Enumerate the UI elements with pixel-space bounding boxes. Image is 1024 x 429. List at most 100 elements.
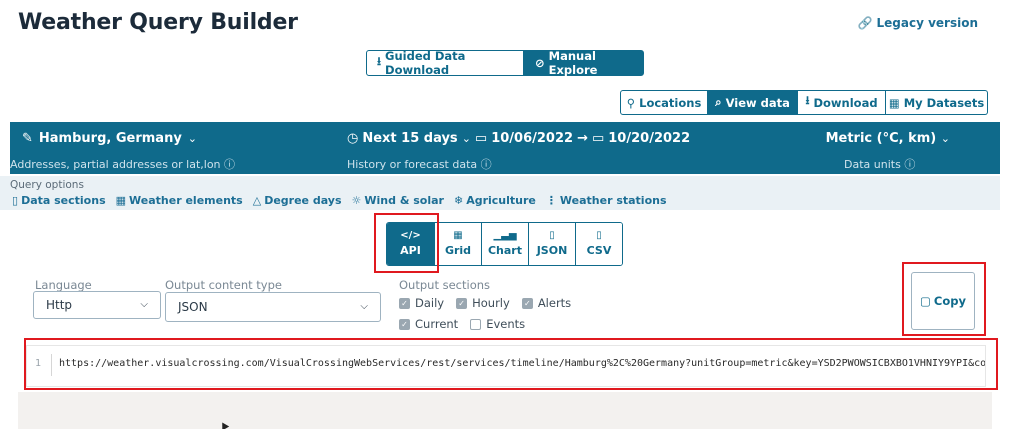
period-hint: History or forecast data ⓘ [347, 158, 492, 171]
agriculture-icon: ❄ [453, 194, 464, 207]
tab-label: Locations [639, 95, 702, 110]
language-select[interactable]: Http ⌵ [33, 291, 161, 319]
start-date: 10/06/2022 [491, 131, 574, 146]
thermometer-icon: △ [252, 194, 262, 207]
clipboard-icon: ▢ [920, 294, 931, 308]
copy-button[interactable]: ▢ Copy [911, 272, 975, 330]
tab-download[interactable]: ⭳ Download [798, 90, 886, 115]
content-type-value: JSON [178, 300, 208, 314]
chevron-down-icon: ⌵ [360, 300, 368, 312]
help-icon: ⓘ [904, 158, 916, 171]
query-options-label: Query options [10, 179, 84, 191]
units-value: Metric (°C, km) [825, 131, 937, 146]
checkbox-alerts[interactable]: ✓ Alerts [521, 296, 571, 310]
query-bar: ✎ Hamburg, Germany ⌄ Addresses, partial … [10, 122, 1000, 174]
api-url: https://weather.visualcrossing.com/Visua… [59, 358, 986, 369]
mode-tabs: ⭳ Guided Data Download ⊘ Manual Explore [366, 49, 644, 77]
location-value: Hamburg, Germany [38, 131, 182, 146]
language-label: Language [35, 278, 92, 292]
gutter-divider [51, 354, 52, 376]
option-weather-elements[interactable]: ▦ Weather elements [116, 194, 243, 207]
arrow-right-icon: → [577, 131, 588, 146]
unchecked-box-icon [470, 318, 482, 330]
tab-label: Guided Data Download [385, 49, 466, 77]
output-sections-label: Output sections [399, 278, 491, 292]
option-wind-solar[interactable]: ☼ Wind & solar [352, 194, 444, 207]
period-value: Next 15 days [362, 131, 458, 146]
chevron-down-icon: ⌄ [940, 132, 950, 145]
checkbox-hourly[interactable]: ✓ Hourly [456, 296, 510, 310]
table-icon: ▦ [888, 95, 900, 110]
view-tabs: ⚲ Locations ⌕ View data ⭳ Download ▦ My … [620, 90, 988, 115]
checkbox-current[interactable]: ✓ Current [399, 317, 458, 331]
stations-icon: ⋮ [545, 194, 557, 207]
elements-icon: ▦ [115, 194, 127, 207]
tab-json[interactable]: ▯ JSON [528, 223, 575, 265]
content-type-select[interactable]: JSON ⌵ [165, 292, 381, 322]
units-hint: Data units ⓘ [844, 158, 916, 171]
tab-label: Grid [444, 244, 472, 257]
copy-label: Copy [933, 294, 966, 308]
chart-icon: ▁▃▅ [493, 230, 517, 241]
tab-locations[interactable]: ⚲ Locations [620, 90, 708, 115]
checkbox-events[interactable]: Events [470, 317, 525, 331]
end-date: 10/20/2022 [608, 131, 691, 146]
chevron-down-icon: ⌵ [140, 298, 148, 310]
pencil-icon: ✎ [22, 131, 33, 146]
search-icon: ⌕ [715, 95, 722, 109]
calendar-icon: ▭ [591, 131, 605, 146]
location-hint: Addresses, partial addresses or lat,lon … [10, 158, 236, 171]
csv-file-icon: ▯ [596, 230, 602, 241]
compass-icon: ⊘ [535, 56, 545, 70]
tab-view-data[interactable]: ⌕ View data [708, 90, 798, 115]
download-icon: ⭳ [377, 53, 382, 68]
option-data-sections[interactable]: ▯ Data sections [12, 194, 106, 207]
tab-label: Download [813, 95, 878, 110]
tab-label: Chart [487, 244, 522, 257]
code-icon: </> [400, 230, 421, 241]
tab-label: CSV [586, 244, 612, 257]
option-degree-days[interactable]: △ Degree days [253, 194, 342, 207]
legacy-version-label: Legacy version [876, 16, 978, 30]
api-url-editor[interactable]: 1 https://weather.visualcrossing.com/Vis… [26, 345, 986, 387]
tab-manual-explore[interactable]: ⊘ Manual Explore [524, 49, 644, 77]
query-options: Query options ▯ Data sections ▦ Weather el… [0, 176, 1000, 210]
output-format-tabs: </> API ▦ Grid ▁▃▅ Chart ▯ JSON ▯ CSV [386, 222, 623, 266]
tab-label: My Datasets [903, 95, 985, 110]
results-panel [18, 392, 992, 429]
output-sections: ✓ Daily ✓ Hourly ✓ Alerts ✓ Current Events [399, 296, 571, 338]
sun-icon: ☼ [351, 194, 362, 207]
language-value: Http [46, 298, 73, 312]
units-selector[interactable]: Metric (°C, km) ⌄ [826, 131, 950, 146]
tab-csv[interactable]: ▯ CSV [575, 223, 622, 265]
grid-icon: ▦ [453, 230, 463, 241]
tab-label: Manual Explore [548, 49, 598, 77]
checkbox-daily[interactable]: ✓ Daily [399, 296, 444, 310]
tab-api[interactable]: </> API [387, 223, 434, 265]
clock-icon: ◷ [347, 131, 359, 146]
tab-label: JSON [536, 244, 568, 257]
check-icon: ✓ [456, 297, 468, 309]
chevron-down-icon: ⌄ [187, 132, 198, 145]
content-type-label: Output content type [165, 278, 282, 292]
option-weather-stations[interactable]: ⋮ Weather stations [546, 194, 667, 207]
check-icon: ✓ [399, 297, 410, 309]
option-agriculture[interactable]: ❄ Agriculture [454, 194, 536, 207]
page-title: Weather Query Builder [18, 10, 298, 35]
tab-my-datasets[interactable]: ▦ My Datasets [886, 90, 988, 115]
calendar-icon: ▭ [474, 131, 488, 146]
check-icon: ✓ [399, 318, 410, 330]
tab-grid[interactable]: ▦ Grid [434, 223, 481, 265]
location-selector[interactable]: ✎ Hamburg, Germany ⌄ [22, 131, 197, 146]
help-icon: ⓘ [480, 158, 492, 171]
tab-label: View data [725, 95, 790, 110]
line-number: 1 [35, 358, 42, 369]
json-file-icon: ▯ [549, 230, 555, 241]
period-selector[interactable]: ◷ Next 15 days ⌄ ▭ 10/06/2022 → ▭ 10/20/… [347, 131, 690, 146]
download-icon: ⭳ [805, 93, 810, 107]
chevron-down-icon: ⌄ [461, 132, 471, 145]
tab-chart[interactable]: ▁▃▅ Chart [481, 223, 528, 265]
legacy-version-link[interactable]: 🔗 Legacy version [858, 16, 978, 30]
tab-guided-data-download[interactable]: ⭳ Guided Data Download [366, 49, 524, 77]
link-icon: 🔗 [857, 16, 873, 30]
